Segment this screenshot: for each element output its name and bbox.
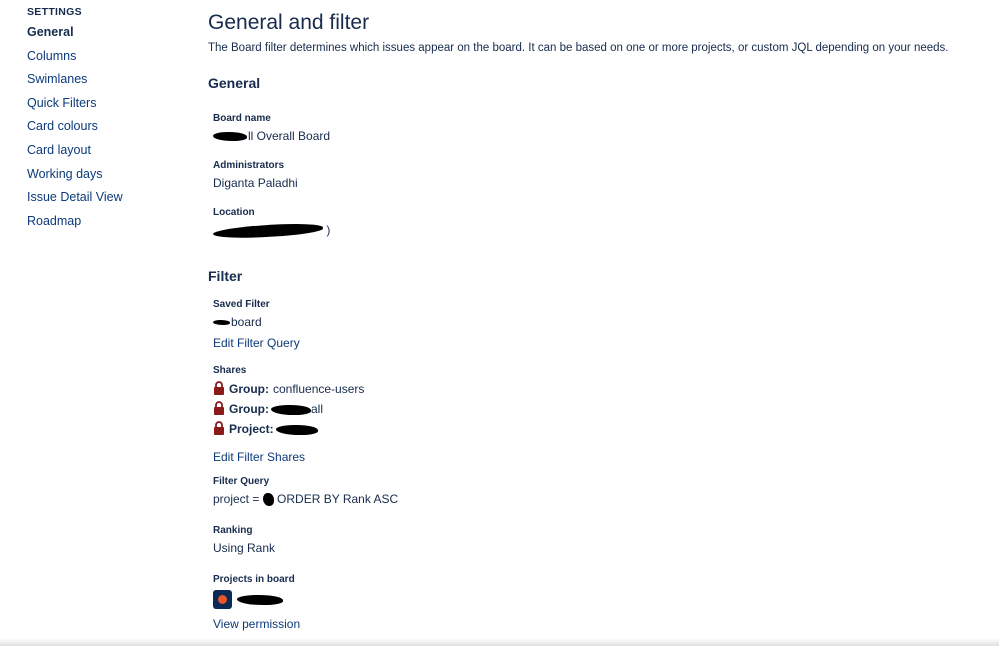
bottom-edge-shadow	[0, 638, 999, 646]
sidebar-item-card-colours[interactable]: Card colours	[27, 118, 197, 142]
sidebar-item-columns[interactable]: Columns	[27, 48, 197, 72]
page-description: The Board filter determines which issues…	[208, 42, 949, 54]
board-name-label: Board name	[213, 113, 271, 124]
administrators-field: Administrators Diganta Paladhi	[213, 160, 298, 190]
sidebar-item-swimlanes[interactable]: Swimlanes	[27, 71, 197, 95]
project-avatar-icon	[213, 590, 232, 609]
filter-query-suffix: ORDER BY Rank ASC	[277, 492, 399, 506]
share-value: all	[311, 402, 324, 416]
filter-query-prefix: project =	[213, 492, 260, 506]
ranking-field: Ranking Using Rank	[213, 525, 275, 555]
share-row: Group: all	[213, 401, 364, 421]
redaction-mark	[275, 424, 318, 435]
edit-filter-query-link[interactable]: Edit Filter Query	[213, 336, 300, 350]
filter-section-heading: Filter	[208, 268, 243, 284]
sidebar-item-issue-detail-view[interactable]: Issue Detail View	[27, 189, 197, 213]
sidebar-item-general[interactable]: General	[27, 24, 197, 48]
sidebar-heading: SETTINGS	[27, 6, 82, 18]
share-row: Group: confluence-users	[213, 381, 364, 401]
project-entry	[213, 590, 300, 609]
sidebar-item-quick-filters[interactable]: Quick Filters	[27, 95, 197, 119]
edit-filter-shares-link[interactable]: Edit Filter Shares	[213, 450, 305, 464]
share-row: Project:	[213, 421, 364, 441]
shares-field: Shares Group: confluence-users Group: all …	[213, 365, 364, 466]
share-type: Group:	[229, 382, 269, 396]
location-field: Location )	[212, 207, 331, 241]
lock-icon	[214, 421, 224, 435]
main-content: General and filter The Board filter dete…	[208, 10, 988, 631]
projects-in-board-field: Projects in board View permission	[213, 574, 300, 633]
administrators-value: Diganta Paladhi	[213, 176, 298, 190]
filter-query-field: Filter Query project = ORDER BY Rank ASC	[213, 476, 399, 507]
share-value: confluence-users	[273, 382, 365, 396]
share-type: Project:	[229, 422, 274, 436]
saved-filter-text: board	[231, 315, 262, 329]
administrators-label: Administrators	[213, 160, 285, 171]
page-title: General and filter	[208, 11, 370, 34]
settings-sidebar: SETTINGS General Columns Swimlanes Quick…	[27, 6, 197, 236]
lock-icon	[214, 381, 224, 395]
share-type: Group:	[229, 402, 269, 416]
redaction-mark	[271, 404, 311, 415]
redaction-mark	[212, 221, 324, 241]
ranking-value: Using Rank	[213, 541, 276, 555]
board-name-field: Board name ll Overall Board	[213, 113, 330, 143]
filter-query-value: project = ORDER BY Rank ASC	[213, 492, 399, 507]
redaction-mark	[262, 493, 274, 507]
location-text: )	[326, 223, 331, 237]
saved-filter-label: Saved Filter	[213, 299, 270, 310]
board-name-text: ll Overall Board	[248, 129, 331, 143]
shares-label: Shares	[213, 365, 247, 376]
board-name-value: ll Overall Board	[213, 129, 330, 143]
view-permission-link[interactable]: View permission	[213, 617, 300, 631]
redaction-mark	[213, 132, 247, 142]
location-value: )	[212, 221, 331, 241]
projects-in-board-label: Projects in board	[213, 574, 295, 585]
sidebar-item-card-layout[interactable]: Card layout	[27, 142, 197, 166]
saved-filter-value: board	[213, 315, 300, 329]
redaction-mark	[237, 594, 284, 605]
filter-query-label: Filter Query	[213, 476, 270, 487]
ranking-label: Ranking	[213, 525, 253, 536]
general-section-heading: General	[208, 75, 261, 91]
sidebar-item-roadmap[interactable]: Roadmap	[27, 213, 197, 237]
saved-filter-field: Saved Filter board Edit Filter Query	[213, 299, 300, 352]
lock-icon	[214, 401, 224, 415]
sidebar-item-working-days[interactable]: Working days	[27, 166, 197, 190]
location-label: Location	[213, 207, 255, 218]
redaction-mark	[213, 320, 230, 326]
